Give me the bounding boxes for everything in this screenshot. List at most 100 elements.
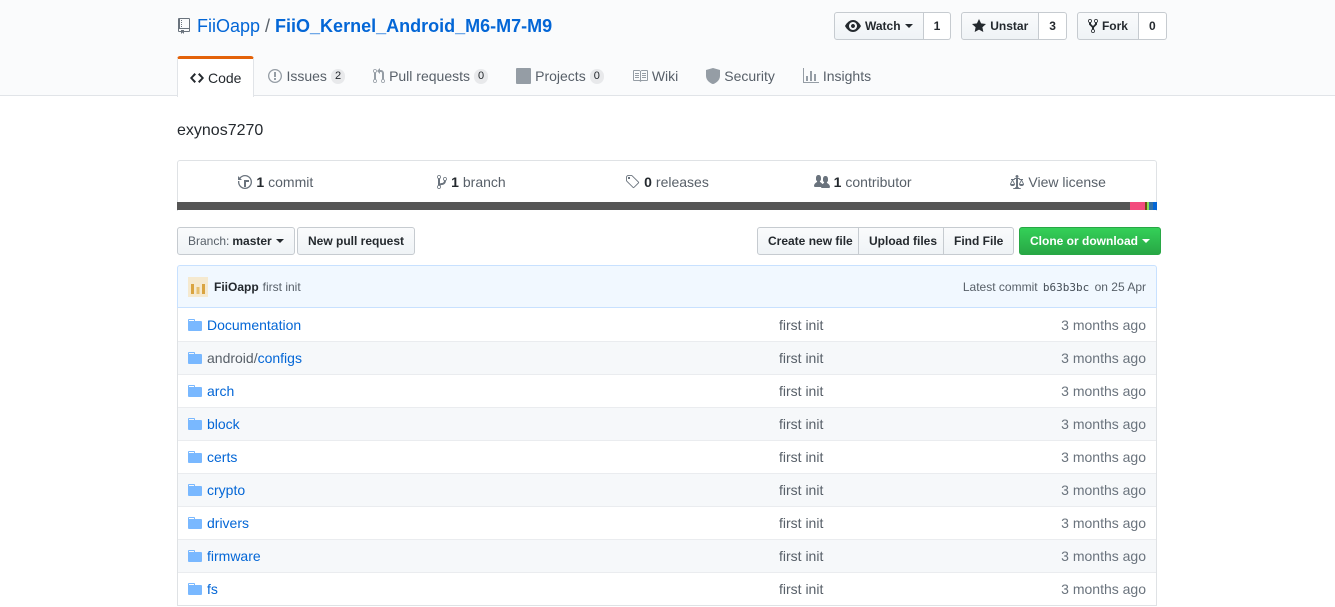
file-parent-path[interactable]: android/: [207, 350, 258, 366]
branches-label: branch: [462, 174, 506, 190]
repo-nav-tabs: Code Issues 2 Pull requests 0 Projects 0…: [177, 56, 885, 97]
star-count[interactable]: 3: [1039, 12, 1067, 40]
branch-prefix: Branch:: [188, 234, 230, 248]
file-name-link[interactable]: drivers: [207, 515, 249, 531]
tab-insights-label: Insights: [822, 68, 872, 84]
watch-count[interactable]: 1: [923, 12, 952, 40]
file-commit-message[interactable]: first init: [779, 416, 999, 432]
clone-or-download-button[interactable]: Clone or download: [1019, 227, 1161, 255]
tab-wiki-label: Wiki: [651, 68, 679, 84]
folder-icon: [188, 583, 202, 595]
file-name-link[interactable]: Documentation: [207, 317, 301, 333]
file-name: crypto: [207, 482, 779, 498]
fork-count[interactable]: 0: [1138, 12, 1167, 40]
watch-button[interactable]: Watch: [834, 12, 924, 40]
branch-icon: [437, 175, 448, 189]
find-file-button[interactable]: Find File: [943, 227, 1015, 255]
graph-icon: [802, 68, 819, 83]
file-commit-message[interactable]: first init: [779, 350, 999, 366]
file-name-link[interactable]: configs: [258, 350, 302, 366]
file-age: 3 months ago: [1061, 515, 1146, 531]
tab-wiki[interactable]: Wiki: [618, 56, 692, 96]
tab-security[interactable]: Security: [692, 56, 789, 96]
repo-owner-link[interactable]: FiiOapp: [197, 16, 260, 37]
file-commit-message[interactable]: first init: [779, 515, 999, 531]
tag-icon: [626, 175, 640, 189]
file-name-link[interactable]: arch: [207, 383, 234, 399]
file-commit-message[interactable]: first init: [779, 383, 999, 399]
file-row: android/configs first init 3 months ago: [178, 341, 1156, 374]
tab-insights[interactable]: Insights: [789, 56, 885, 96]
file-commit-message[interactable]: first init: [779, 449, 999, 465]
repo-icon: [178, 18, 190, 34]
contributors-count: 1: [833, 174, 842, 190]
tab-code[interactable]: Code: [177, 56, 255, 97]
file-name-link[interactable]: fs: [207, 581, 218, 597]
unstar-button[interactable]: Unstar: [961, 12, 1040, 40]
tab-security-label: Security: [724, 68, 775, 84]
file-name-link[interactable]: certs: [207, 449, 237, 465]
folder-icon-wrap: [188, 416, 202, 432]
folder-icon: [188, 318, 202, 331]
commit-sha-link[interactable]: b63b3bc: [1043, 281, 1089, 294]
file-commit-message[interactable]: first init: [779, 548, 999, 564]
language-bar[interactable]: [177, 202, 1157, 210]
commits-count: 1: [256, 174, 265, 190]
branches-count: 1: [451, 174, 459, 190]
people-icon: [813, 175, 830, 188]
file-name-link[interactable]: block: [207, 416, 240, 432]
file-row: arch first init 3 months ago: [178, 374, 1156, 407]
file-age: 3 months ago: [1061, 581, 1146, 597]
create-new-file-button[interactable]: Create new file: [757, 227, 864, 255]
new-pull-request-button[interactable]: New pull request: [297, 227, 416, 255]
repo-title-separator: /: [265, 15, 271, 36]
star-icon: [972, 19, 987, 32]
upload-files-button[interactable]: Upload files: [858, 227, 949, 255]
fork-icon: [1087, 18, 1098, 34]
watch-label: Watch: [865, 19, 901, 33]
contributors-label: contributor: [845, 174, 912, 190]
file-name: arch: [207, 383, 779, 399]
language-segment: [1129, 202, 1146, 210]
file-name: block: [207, 416, 779, 432]
repo-name-link[interactable]: FiiO_Kernel_Android_M6-M7-M9: [275, 16, 552, 37]
star-group: Unstar 3: [961, 12, 1067, 40]
file-age: 3 months ago: [1061, 449, 1146, 465]
file-name: drivers: [207, 515, 779, 531]
commit-message-link[interactable]: first init: [263, 280, 301, 294]
fork-label: Fork: [1101, 19, 1128, 33]
file-name: Documentation: [207, 317, 779, 333]
chevron-down-icon: [904, 24, 913, 28]
file-age: 3 months ago: [1061, 548, 1146, 564]
file-list: Documentation first init 3 months ago andro…: [177, 308, 1157, 606]
branch-select-button[interactable]: Branch: master: [177, 227, 295, 255]
tab-projects[interactable]: Projects 0: [502, 56, 618, 96]
commit-author-link[interactable]: FiiOapp: [214, 280, 259, 294]
file-age: 3 months ago: [1061, 482, 1146, 498]
avatar[interactable]: [188, 276, 208, 297]
file-row: crypto first init 3 months ago: [178, 473, 1156, 506]
folder-icon-wrap: [188, 383, 202, 399]
book-icon: [632, 70, 648, 82]
file-name-link[interactable]: crypto: [207, 482, 245, 498]
file-commit-message[interactable]: first init: [779, 317, 999, 333]
file-name: android/configs: [207, 350, 779, 366]
folder-icon: [188, 451, 202, 463]
folder-icon: [188, 418, 202, 430]
folder-icon: [188, 352, 202, 364]
commit-date: on 25 Apr: [1094, 279, 1146, 294]
file-commit-message[interactable]: first init: [779, 581, 999, 597]
file-commit-message[interactable]: first init: [779, 482, 999, 498]
tab-pull-requests[interactable]: Pull requests 0: [359, 56, 502, 96]
chevron-down-icon: [275, 239, 284, 243]
tab-issues[interactable]: Issues 2: [254, 56, 359, 96]
project-icon: [516, 68, 532, 84]
fork-button[interactable]: Fork: [1076, 12, 1139, 40]
license-label: View license: [1028, 174, 1106, 190]
file-name-link[interactable]: firmware: [207, 548, 261, 564]
commits-label: commit: [268, 174, 314, 190]
file-row: certs first init 3 months ago: [178, 440, 1156, 473]
file-age: 3 months ago: [1061, 316, 1146, 333]
folder-icon-wrap: [188, 350, 202, 366]
repo-header: FiiOapp / FiiO_Kernel_Android_M6-M7-M9 W…: [0, 0, 1335, 97]
